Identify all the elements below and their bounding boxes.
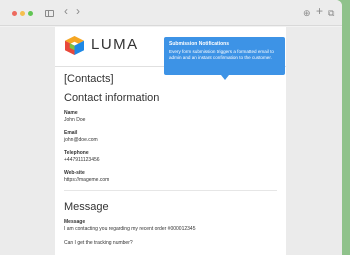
close-window-button[interactable] (12, 11, 17, 16)
field-label: Web-site (64, 170, 85, 176)
field-name: Name John Doe (64, 110, 277, 124)
field-label: Email (64, 130, 78, 136)
field-website: Web-site https://mageme.com (64, 170, 277, 184)
back-icon[interactable]: ‹ (64, 5, 68, 17)
field-label: Name (64, 110, 78, 116)
field-message: Message I am contacting you regarding my… (64, 219, 277, 247)
browser-titlebar: ‹ › ⊕ + ⧉ (0, 0, 342, 26)
download-icon[interactable]: ⊕ (303, 7, 311, 19)
field-email: Email john@doe.com (64, 130, 277, 144)
submission-notifications-tooltip: Submission Notifications Every form subm… (164, 37, 285, 80)
maximize-window-button[interactable] (28, 11, 33, 16)
new-tab-icon[interactable]: + (316, 5, 323, 17)
sidebar-toggle-icon[interactable] (45, 10, 54, 17)
logo-text[interactable]: LUMA (91, 36, 139, 53)
luma-logo-icon[interactable] (65, 36, 84, 55)
contact-details: [Contacts] Contact information Name John… (55, 67, 286, 247)
field-value: John Doe (64, 117, 86, 123)
tabs-overview-icon[interactable]: ⧉ (328, 7, 334, 19)
field-label: Message (64, 219, 86, 225)
tooltip-text: Every form submission triggers a formatt… (169, 49, 274, 60)
tooltip-title: Submission Notifications (169, 41, 230, 47)
field-value: john@doe.com (64, 137, 98, 143)
message-line: I am contacting you regarding my recent … (64, 226, 196, 232)
field-label: Telephone (64, 150, 89, 156)
browser-window: ‹ › ⊕ + ⧉ LUMA [Contacts] Contact inform… (0, 0, 342, 255)
forward-icon[interactable]: › (76, 5, 80, 17)
field-value: +447911123456 (64, 157, 100, 163)
message-line: Can I get the tracking number? (64, 240, 133, 246)
section-divider (64, 190, 277, 191)
minimize-window-button[interactable] (20, 11, 25, 16)
field-telephone: Telephone +447911123456 (64, 150, 277, 164)
field-value: https://mageme.com (64, 177, 110, 183)
message-heading: Message (64, 201, 109, 213)
contact-info-heading: Contact information (64, 92, 160, 104)
